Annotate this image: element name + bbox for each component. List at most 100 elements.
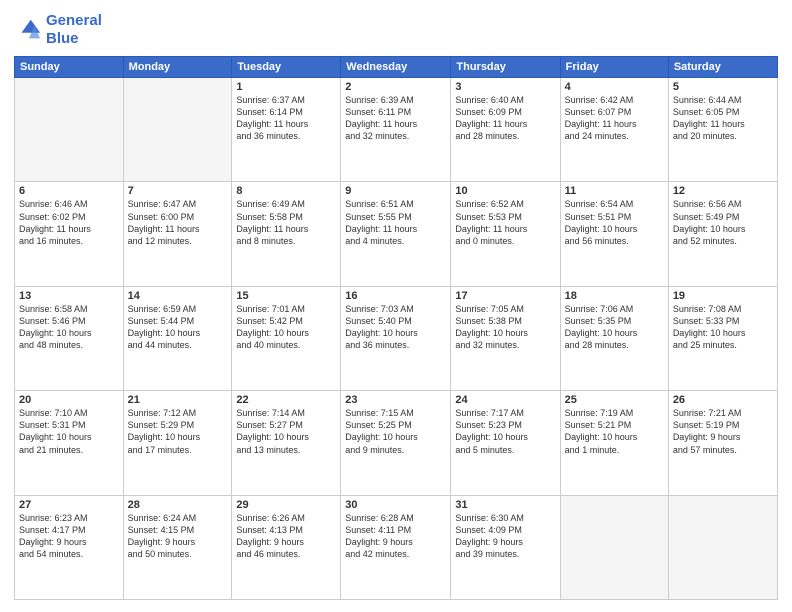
cell-details: Sunrise: 7:08 AM Sunset: 5:33 PM Dayligh… xyxy=(673,303,773,352)
header: General Blue xyxy=(14,12,778,48)
calendar-cell: 4Sunrise: 6:42 AM Sunset: 6:07 PM Daylig… xyxy=(560,78,668,182)
calendar-cell: 15Sunrise: 7:01 AM Sunset: 5:42 PM Dayli… xyxy=(232,286,341,390)
calendar-cell: 27Sunrise: 6:23 AM Sunset: 4:17 PM Dayli… xyxy=(15,495,124,599)
calendar-cell: 26Sunrise: 7:21 AM Sunset: 5:19 PM Dayli… xyxy=(668,391,777,495)
calendar-cell xyxy=(123,78,232,182)
cell-details: Sunrise: 6:28 AM Sunset: 4:11 PM Dayligh… xyxy=(345,512,446,561)
day-number: 6 xyxy=(19,185,119,197)
calendar-cell: 6Sunrise: 6:46 AM Sunset: 6:02 PM Daylig… xyxy=(15,182,124,286)
calendar-cell: 20Sunrise: 7:10 AM Sunset: 5:31 PM Dayli… xyxy=(15,391,124,495)
day-number: 11 xyxy=(565,185,664,197)
day-number: 23 xyxy=(345,394,446,406)
day-number: 30 xyxy=(345,499,446,511)
calendar-cell: 12Sunrise: 6:56 AM Sunset: 5:49 PM Dayli… xyxy=(668,182,777,286)
calendar-cell: 8Sunrise: 6:49 AM Sunset: 5:58 PM Daylig… xyxy=(232,182,341,286)
cell-details: Sunrise: 7:17 AM Sunset: 5:23 PM Dayligh… xyxy=(455,407,555,456)
week-row-3: 13Sunrise: 6:58 AM Sunset: 5:46 PM Dayli… xyxy=(15,286,778,390)
week-row-2: 6Sunrise: 6:46 AM Sunset: 6:02 PM Daylig… xyxy=(15,182,778,286)
cell-details: Sunrise: 6:30 AM Sunset: 4:09 PM Dayligh… xyxy=(455,512,555,561)
cell-details: Sunrise: 6:24 AM Sunset: 4:15 PM Dayligh… xyxy=(128,512,228,561)
calendar-cell: 22Sunrise: 7:14 AM Sunset: 5:27 PM Dayli… xyxy=(232,391,341,495)
calendar-cell xyxy=(668,495,777,599)
calendar-cell: 18Sunrise: 7:06 AM Sunset: 5:35 PM Dayli… xyxy=(560,286,668,390)
calendar-table: SundayMondayTuesdayWednesdayThursdayFrid… xyxy=(14,56,778,600)
calendar-cell: 5Sunrise: 6:44 AM Sunset: 6:05 PM Daylig… xyxy=(668,78,777,182)
day-number: 15 xyxy=(236,290,336,302)
day-number: 13 xyxy=(19,290,119,302)
day-number: 1 xyxy=(236,81,336,93)
calendar-cell: 3Sunrise: 6:40 AM Sunset: 6:09 PM Daylig… xyxy=(451,78,560,182)
day-number: 4 xyxy=(565,81,664,93)
cell-details: Sunrise: 7:15 AM Sunset: 5:25 PM Dayligh… xyxy=(345,407,446,456)
cell-details: Sunrise: 6:59 AM Sunset: 5:44 PM Dayligh… xyxy=(128,303,228,352)
calendar-cell: 16Sunrise: 7:03 AM Sunset: 5:40 PM Dayli… xyxy=(341,286,451,390)
calendar-cell: 19Sunrise: 7:08 AM Sunset: 5:33 PM Dayli… xyxy=(668,286,777,390)
cell-details: Sunrise: 6:23 AM Sunset: 4:17 PM Dayligh… xyxy=(19,512,119,561)
calendar-cell xyxy=(560,495,668,599)
cell-details: Sunrise: 7:21 AM Sunset: 5:19 PM Dayligh… xyxy=(673,407,773,456)
cell-details: Sunrise: 6:58 AM Sunset: 5:46 PM Dayligh… xyxy=(19,303,119,352)
cell-details: Sunrise: 6:47 AM Sunset: 6:00 PM Dayligh… xyxy=(128,198,228,247)
day-number: 31 xyxy=(455,499,555,511)
cell-details: Sunrise: 6:51 AM Sunset: 5:55 PM Dayligh… xyxy=(345,198,446,247)
cell-details: Sunrise: 7:01 AM Sunset: 5:42 PM Dayligh… xyxy=(236,303,336,352)
week-row-4: 20Sunrise: 7:10 AM Sunset: 5:31 PM Dayli… xyxy=(15,391,778,495)
week-row-5: 27Sunrise: 6:23 AM Sunset: 4:17 PM Dayli… xyxy=(15,495,778,599)
page: General Blue SundayMondayTuesdayWednesda… xyxy=(0,0,792,612)
cell-details: Sunrise: 6:56 AM Sunset: 5:49 PM Dayligh… xyxy=(673,198,773,247)
weekday-header-friday: Friday xyxy=(560,57,668,78)
calendar-cell: 25Sunrise: 7:19 AM Sunset: 5:21 PM Dayli… xyxy=(560,391,668,495)
cell-details: Sunrise: 7:03 AM Sunset: 5:40 PM Dayligh… xyxy=(345,303,446,352)
logo-text: General Blue xyxy=(46,12,102,48)
calendar-cell: 9Sunrise: 6:51 AM Sunset: 5:55 PM Daylig… xyxy=(341,182,451,286)
weekday-header-row: SundayMondayTuesdayWednesdayThursdayFrid… xyxy=(15,57,778,78)
calendar-cell: 14Sunrise: 6:59 AM Sunset: 5:44 PM Dayli… xyxy=(123,286,232,390)
cell-details: Sunrise: 6:54 AM Sunset: 5:51 PM Dayligh… xyxy=(565,198,664,247)
cell-details: Sunrise: 7:19 AM Sunset: 5:21 PM Dayligh… xyxy=(565,407,664,456)
day-number: 16 xyxy=(345,290,446,302)
cell-details: Sunrise: 6:49 AM Sunset: 5:58 PM Dayligh… xyxy=(236,198,336,247)
day-number: 2 xyxy=(345,81,446,93)
logo-icon xyxy=(14,16,42,44)
calendar-cell: 29Sunrise: 6:26 AM Sunset: 4:13 PM Dayli… xyxy=(232,495,341,599)
cell-details: Sunrise: 7:05 AM Sunset: 5:38 PM Dayligh… xyxy=(455,303,555,352)
cell-details: Sunrise: 7:10 AM Sunset: 5:31 PM Dayligh… xyxy=(19,407,119,456)
calendar-cell: 31Sunrise: 6:30 AM Sunset: 4:09 PM Dayli… xyxy=(451,495,560,599)
day-number: 10 xyxy=(455,185,555,197)
day-number: 20 xyxy=(19,394,119,406)
day-number: 12 xyxy=(673,185,773,197)
cell-details: Sunrise: 6:44 AM Sunset: 6:05 PM Dayligh… xyxy=(673,94,773,143)
cell-details: Sunrise: 6:42 AM Sunset: 6:07 PM Dayligh… xyxy=(565,94,664,143)
calendar-cell: 13Sunrise: 6:58 AM Sunset: 5:46 PM Dayli… xyxy=(15,286,124,390)
week-row-1: 1Sunrise: 6:37 AM Sunset: 6:14 PM Daylig… xyxy=(15,78,778,182)
cell-details: Sunrise: 6:46 AM Sunset: 6:02 PM Dayligh… xyxy=(19,198,119,247)
calendar-cell: 21Sunrise: 7:12 AM Sunset: 5:29 PM Dayli… xyxy=(123,391,232,495)
day-number: 19 xyxy=(673,290,773,302)
day-number: 22 xyxy=(236,394,336,406)
cell-details: Sunrise: 7:14 AM Sunset: 5:27 PM Dayligh… xyxy=(236,407,336,456)
cell-details: Sunrise: 6:37 AM Sunset: 6:14 PM Dayligh… xyxy=(236,94,336,143)
day-number: 25 xyxy=(565,394,664,406)
day-number: 28 xyxy=(128,499,228,511)
calendar-cell xyxy=(15,78,124,182)
calendar-cell: 10Sunrise: 6:52 AM Sunset: 5:53 PM Dayli… xyxy=(451,182,560,286)
calendar-cell: 28Sunrise: 6:24 AM Sunset: 4:15 PM Dayli… xyxy=(123,495,232,599)
day-number: 14 xyxy=(128,290,228,302)
calendar-cell: 7Sunrise: 6:47 AM Sunset: 6:00 PM Daylig… xyxy=(123,182,232,286)
weekday-header-saturday: Saturday xyxy=(668,57,777,78)
day-number: 5 xyxy=(673,81,773,93)
cell-details: Sunrise: 7:12 AM Sunset: 5:29 PM Dayligh… xyxy=(128,407,228,456)
weekday-header-thursday: Thursday xyxy=(451,57,560,78)
cell-details: Sunrise: 6:52 AM Sunset: 5:53 PM Dayligh… xyxy=(455,198,555,247)
weekday-header-monday: Monday xyxy=(123,57,232,78)
calendar-cell: 30Sunrise: 6:28 AM Sunset: 4:11 PM Dayli… xyxy=(341,495,451,599)
cell-details: Sunrise: 6:40 AM Sunset: 6:09 PM Dayligh… xyxy=(455,94,555,143)
cell-details: Sunrise: 7:06 AM Sunset: 5:35 PM Dayligh… xyxy=(565,303,664,352)
day-number: 8 xyxy=(236,185,336,197)
calendar-cell: 17Sunrise: 7:05 AM Sunset: 5:38 PM Dayli… xyxy=(451,286,560,390)
calendar-cell: 2Sunrise: 6:39 AM Sunset: 6:11 PM Daylig… xyxy=(341,78,451,182)
calendar-cell: 1Sunrise: 6:37 AM Sunset: 6:14 PM Daylig… xyxy=(232,78,341,182)
logo: General Blue xyxy=(14,12,102,48)
day-number: 18 xyxy=(565,290,664,302)
weekday-header-wednesday: Wednesday xyxy=(341,57,451,78)
